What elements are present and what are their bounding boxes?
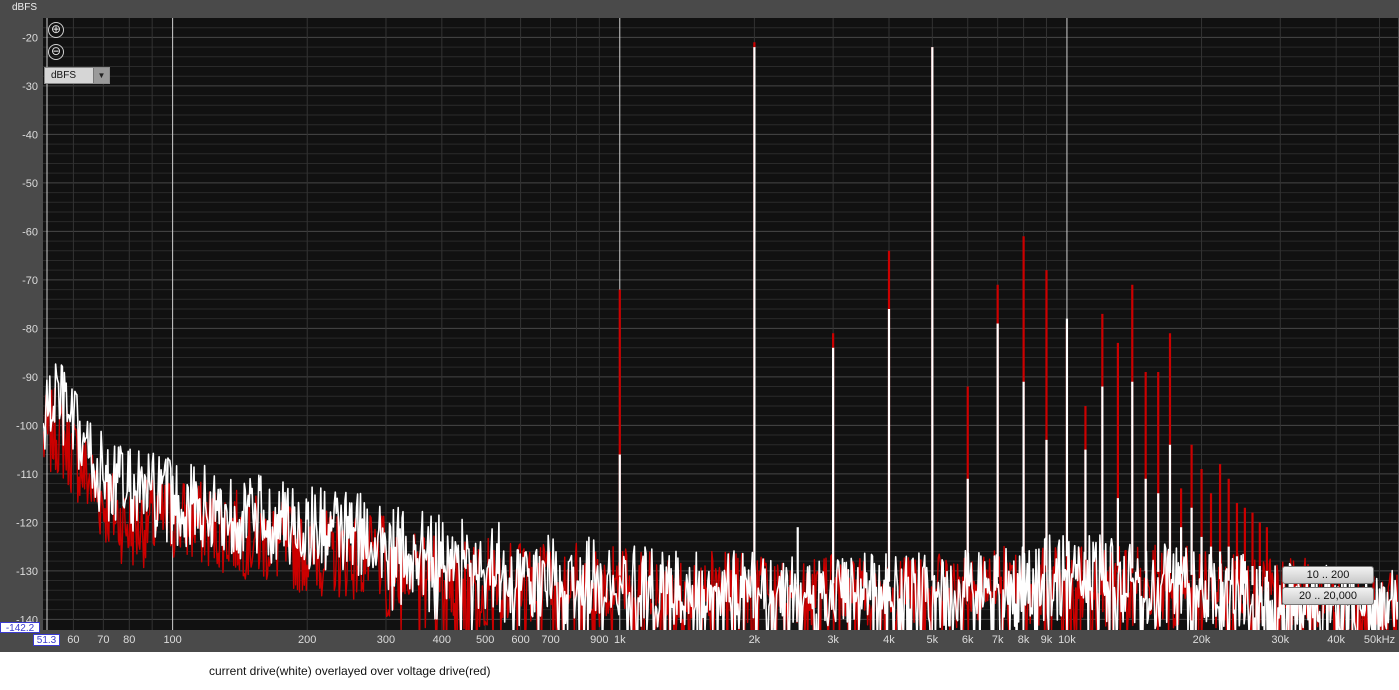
y-min-readout[interactable]: -142.2	[0, 622, 40, 634]
x-tick-label: 400	[433, 634, 451, 646]
figure-caption: current drive(white) overlayed over volt…	[209, 664, 491, 678]
y-tick-label: -120	[16, 517, 38, 529]
x-tick-label: 60	[67, 634, 79, 646]
x-tick-label: 40k	[1327, 634, 1345, 646]
zoom-in-icon[interactable]: ⊕	[48, 22, 64, 38]
x-tick-label: 20k	[1193, 634, 1211, 646]
x-tick-label: 4k	[883, 634, 895, 646]
x-tick-label: 30k	[1271, 634, 1289, 646]
y-tick-label: -20	[22, 32, 38, 44]
x-min-readout[interactable]: 51.3	[33, 634, 60, 646]
y-tick-label: -130	[16, 566, 38, 578]
range-20-20000-button[interactable]: 20 .. 20,000	[1282, 587, 1374, 605]
y-axis: -20 -30 -40 -50 -60 -70 -80 -90 -100 -110 -120 -130…	[16, 32, 38, 626]
y-tick-label: -50	[22, 178, 38, 190]
x-tick-label: 10k	[1058, 634, 1076, 646]
y-tick-label: -40	[22, 129, 38, 141]
y-tick-label: -80	[22, 323, 38, 335]
spectrum-plot: -20 -30 -40 -50 -60 -70 -80 -90 -100 -110 -120 -130…	[16, 18, 1398, 646]
x-tick-label: 300	[377, 634, 395, 646]
x-tick-label: 200	[298, 634, 316, 646]
y-tick-label: -60	[22, 226, 38, 238]
range-10-200-button[interactable]: 10 .. 200	[1282, 566, 1374, 584]
x-tick-label: 700	[541, 634, 559, 646]
unit-dropdown[interactable]: dBFS ▼	[44, 67, 110, 84]
x-tick-label: 6k	[962, 634, 974, 646]
x-tick-label: 1k	[614, 634, 626, 646]
x-tick-label: 3k	[827, 634, 839, 646]
y-tick-label: -30	[22, 81, 38, 93]
x-tick-label: 5k	[927, 634, 939, 646]
x-tick-label: 50kHz	[1364, 634, 1395, 646]
zoom-out-icon[interactable]: ⊖	[48, 44, 64, 60]
unit-dropdown-value: dBFS	[51, 70, 77, 81]
x-tick-label: 7k	[992, 634, 1004, 646]
x-tick-label: 500	[476, 634, 494, 646]
x-tick-label: 8k	[1018, 634, 1030, 646]
x-tick-label: 2k	[749, 634, 761, 646]
y-tick-label: -90	[22, 372, 38, 384]
y-tick-label: -110	[17, 469, 38, 481]
x-tick-label: 600	[511, 634, 529, 646]
x-tick-label: 900	[590, 634, 608, 646]
x-tick-label: 100	[163, 634, 181, 646]
y-tick-label: -70	[22, 275, 38, 287]
x-tick-label: 70	[97, 634, 109, 646]
x-axis: 60 70 80 100 200 300 400 500 600 700 900 1k 2k 3k 4k 5k…	[67, 634, 1395, 646]
chevron-down-icon[interactable]: ▼	[93, 68, 109, 83]
y-tick-label: -100	[16, 420, 38, 432]
x-tick-label: 80	[123, 634, 135, 646]
x-tick-label: 9k	[1041, 634, 1053, 646]
